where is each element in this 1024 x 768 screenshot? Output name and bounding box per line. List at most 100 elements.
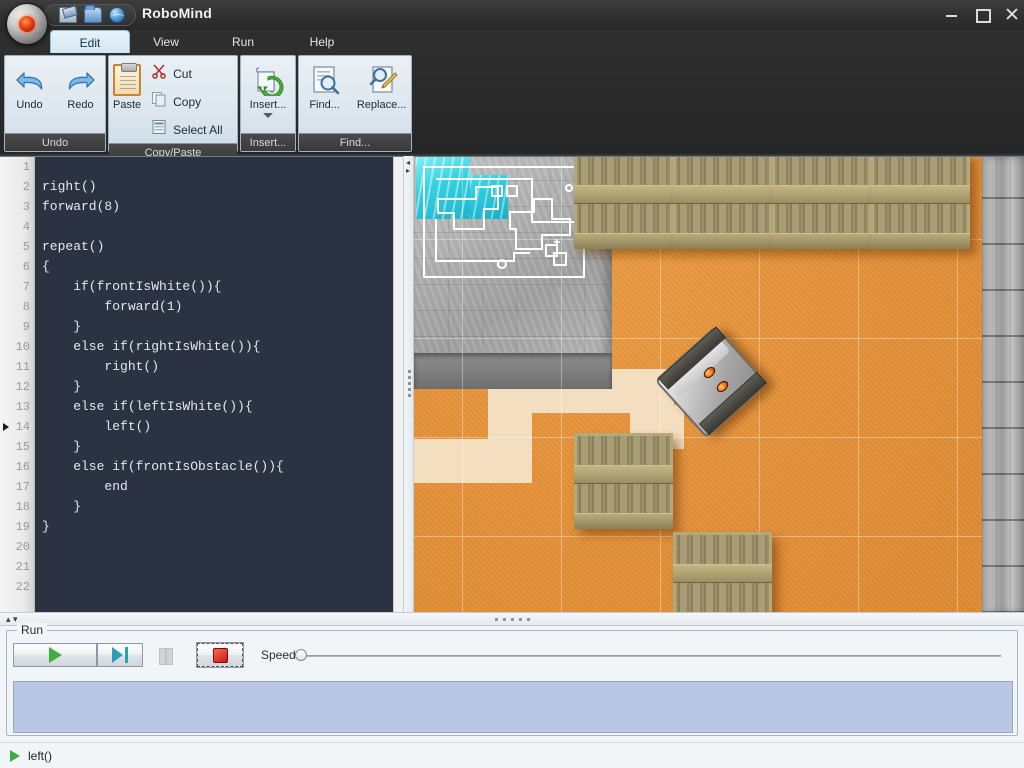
code-line[interactable] (42, 577, 393, 597)
code-line[interactable]: else if(leftIsWhite()){ (42, 397, 393, 417)
panel-collapse-arrows-icon[interactable]: ▴ ▾ (6, 614, 18, 624)
code-line[interactable]: forward(8) (42, 197, 393, 217)
splitter-collapse-arrows-icon[interactable]: ◂ ▸ (406, 159, 410, 175)
code-line[interactable]: repeat() (42, 237, 393, 257)
app-title: RoboMind (142, 5, 213, 21)
play-icon (48, 647, 62, 663)
output-console[interactable] (13, 681, 1013, 733)
globe-icon[interactable] (109, 7, 125, 23)
pause-button (143, 643, 189, 667)
step-forward-icon (112, 647, 128, 663)
line-number: 21 (15, 560, 30, 574)
splitter-grip (408, 370, 411, 397)
simulation-view[interactable] (414, 156, 1024, 612)
select-all-label: Select All (173, 122, 223, 137)
code-line[interactable] (42, 157, 393, 177)
line-number: 10 (15, 340, 30, 354)
code-line[interactable] (42, 537, 393, 557)
insert-button[interactable]: Insert... (241, 60, 295, 118)
line-number: 14 (0, 417, 34, 437)
ribbon-group-undo: Undo Redo Undo (4, 55, 106, 152)
paste-button[interactable]: Paste (113, 60, 141, 111)
speed-slider[interactable] (295, 649, 1001, 661)
tab-view[interactable]: View (134, 30, 198, 54)
crate-obstacle (574, 433, 673, 529)
code-line[interactable]: if(frontIsWhite()){ (42, 277, 393, 297)
select-all-icon (151, 119, 167, 140)
title-bar: RoboMind (0, 0, 1024, 45)
line-number: 22 (15, 580, 30, 594)
run-group-title: Run (17, 623, 48, 637)
line-number: 15 (15, 440, 30, 454)
insert-scroll-icon (252, 64, 284, 99)
cut-button[interactable]: Cut (145, 60, 245, 87)
select-all-button[interactable]: Select All (145, 116, 245, 143)
horizontal-splitter[interactable]: ▴ ▾ (0, 612, 1024, 626)
line-number: 17 (15, 480, 30, 494)
step-button[interactable] (97, 643, 143, 667)
vertical-splitter[interactable]: ◂ ▸ (403, 156, 414, 612)
copy-button[interactable]: Copy (145, 88, 245, 115)
code-line[interactable]: end (42, 477, 393, 497)
line-number: 11 (15, 360, 30, 374)
tab-run[interactable]: Run (212, 30, 274, 54)
clipboard-icon (113, 63, 142, 96)
code-text-area[interactable]: right() forward(8) repeat(){ if(frontIsWhi… (36, 157, 393, 612)
chevron-down-icon[interactable] (263, 113, 273, 118)
code-line[interactable]: right() (42, 357, 393, 377)
code-line[interactable]: else if(frontIsObstacle()){ (42, 457, 393, 477)
ribbon-group-label-undo: Undo (5, 133, 105, 151)
code-line[interactable]: forward(1) (42, 297, 393, 317)
tab-edit[interactable]: Edit (50, 30, 130, 54)
line-number: 20 (15, 540, 30, 554)
code-line[interactable]: } (42, 497, 393, 517)
code-line[interactable]: } (42, 517, 393, 537)
stop-button[interactable] (196, 642, 244, 668)
line-number: 19 (15, 520, 30, 534)
stone-wall (982, 157, 1024, 612)
code-line[interactable] (42, 217, 393, 237)
quick-access-toolbar (44, 4, 136, 26)
ribbon-group-label-insert: Insert... (241, 133, 295, 151)
speed-label: Speed (261, 648, 296, 662)
slider-thumb[interactable] (295, 649, 307, 661)
code-line[interactable]: } (42, 377, 393, 397)
run-group-box: Run Speed (6, 623, 1018, 736)
play-button[interactable] (13, 643, 97, 667)
ribbon-group-copypaste: Paste Cut Copy Select All Copy/Paste (108, 55, 238, 161)
insert-label: Insert... (249, 99, 287, 111)
code-line[interactable]: else if(rightIsWhite()){ (42, 337, 393, 357)
code-line[interactable]: } (42, 317, 393, 337)
robomind-logo-icon (6, 3, 48, 45)
run-panel: Run Speed (0, 623, 1024, 742)
replace-button[interactable]: Replace... (352, 60, 411, 111)
code-line[interactable]: { (42, 257, 393, 277)
find-button[interactable]: Find... (299, 60, 350, 111)
robot[interactable] (654, 325, 768, 439)
line-number: 5 (22, 240, 30, 254)
redo-button[interactable]: Redo (56, 60, 105, 111)
editor-scrollbar[interactable] (393, 157, 403, 612)
minimize-button[interactable] (944, 6, 960, 22)
line-number: 7 (22, 280, 30, 294)
code-editor[interactable]: 1 2 3 4 5 6 7 8 9 10 11 12 13 14 15 16 17 18 19 20 21 22 righ… (0, 156, 403, 612)
save-icon[interactable] (59, 7, 77, 23)
undo-button[interactable]: Undo (5, 60, 54, 111)
pause-icon (159, 647, 173, 665)
open-folder-icon[interactable] (84, 5, 102, 23)
maximize-button[interactable] (974, 6, 991, 23)
crate-obstacle (871, 157, 970, 249)
paste-label: Paste (113, 99, 142, 111)
robot-body (654, 325, 768, 439)
code-line[interactable] (42, 557, 393, 577)
find-label: Find... (309, 99, 340, 111)
code-line[interactable]: } (42, 437, 393, 457)
slider-track[interactable] (305, 655, 1001, 657)
tab-help[interactable]: Help (290, 30, 354, 54)
line-number: 12 (15, 380, 30, 394)
redo-arrow-icon (65, 64, 97, 96)
code-line[interactable]: left() (42, 417, 393, 437)
close-button[interactable] (1004, 6, 1020, 22)
ribbon: Undo Redo Undo Paste Cut Copy Select All… (0, 53, 1024, 161)
code-line[interactable]: right() (42, 177, 393, 197)
